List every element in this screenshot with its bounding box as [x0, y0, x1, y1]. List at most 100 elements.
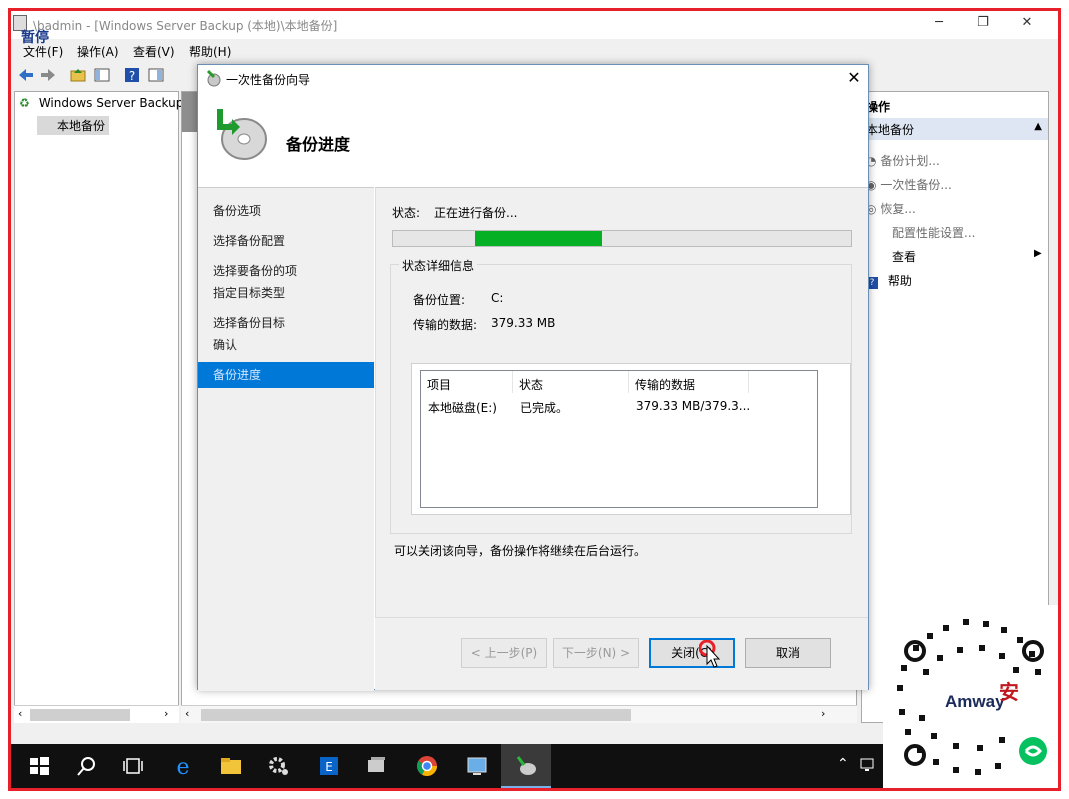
location-label: 备份位置: [413, 293, 466, 307]
menu-help[interactable]: 帮助(H) [189, 43, 231, 60]
settings-gear-icon[interactable] [267, 754, 291, 778]
menu-view[interactable]: 查看(V) [133, 43, 175, 60]
wizard-steps: 备份选项 选择备份配置 选择要备份的项 指定目标类型 选择备份目标 确认 备份进… [198, 187, 374, 691]
action-view-label: 查看 [892, 250, 917, 264]
items-tab-panel: 项目 状态 传输的数据 本地磁盘(E:) 已完成。 379.33 MB/379.… [411, 363, 851, 515]
next-button[interactable]: 下一步(N) > [553, 638, 639, 668]
server-manager-icon[interactable] [365, 754, 389, 778]
tree-scrollbar[interactable]: ‹ › [14, 705, 179, 723]
action-configure-performance[interactable]: 配置性能设置... [892, 224, 975, 241]
background-note: 可以关闭该向导，备份操作将继续在后台运行。 [394, 544, 647, 558]
action-pane-icon[interactable] [147, 66, 165, 84]
svg-text:e: e [176, 755, 189, 778]
chrome-icon[interactable] [415, 754, 439, 778]
network-icon[interactable] [859, 756, 877, 774]
start-windows-icon[interactable] [27, 754, 51, 778]
transferred-value: 379.33 MB [491, 316, 556, 330]
internet-explorer-icon[interactable]: e [171, 754, 195, 778]
menu-file[interactable]: 文件(F) [23, 43, 63, 60]
column-transferred[interactable]: 传输的数据 [629, 371, 749, 393]
wizard-backup-icon [206, 69, 221, 87]
row-data: 379.33 MB/379.3... [636, 399, 751, 413]
search-icon[interactable] [75, 754, 99, 778]
minimize-icon[interactable]: ─ [929, 15, 949, 33]
details-legend: 状态详细信息 [399, 257, 478, 274]
tree-root-item[interactable]: ♻ Windows Server Backup [19, 96, 183, 110]
mmc-window-title: \badmin - [Windows Server Backup (本地)\本地… [33, 19, 338, 33]
actions-section-local-backup[interactable]: 本地备份 ▲ [862, 118, 1048, 140]
taskbar-backup-active[interactable] [501, 744, 551, 788]
submenu-arrow-icon: ▶ [1034, 248, 1042, 259]
action-backup-schedule[interactable]: ◔ 备份计划... [866, 152, 940, 169]
back-button[interactable]: < 上一步(P) [461, 638, 547, 668]
actions-section-label: 本地备份 [866, 123, 915, 137]
wizard-heading: 备份进度 [286, 135, 351, 154]
menu-action[interactable]: 操作(A) [77, 43, 119, 60]
cancel-button[interactable]: 取消 [745, 638, 831, 668]
backup-progress-fill [475, 231, 602, 246]
actions-header: 操作 [866, 100, 891, 114]
column-item[interactable]: 项目 [421, 371, 513, 393]
wizard-title: 一次性备份向导 [226, 73, 311, 87]
svg-text:E: E [325, 760, 333, 774]
mmc-title-bar: \badmin - [Windows Server Backup (本地)\本地… [11, 11, 1058, 46]
action-recover-label: 恢复... [880, 202, 916, 216]
wizard-header: 备份进度 [198, 91, 868, 187]
svg-text:?: ? [129, 69, 135, 83]
up-folder-icon[interactable] [69, 66, 87, 84]
step-select-items[interactable]: 选择要备份的项 [198, 258, 374, 282]
row-status: 已完成。 [520, 401, 569, 415]
scroll-right-icon[interactable]: › [821, 707, 825, 720]
action-once-backup[interactable]: ◉ 一次性备份... [866, 176, 952, 193]
maximize-icon[interactable]: ❐ [973, 15, 993, 33]
menu-bar: 文件(F) 操作(A) 查看(V) 帮助(H) [11, 41, 611, 61]
task-view-icon[interactable] [121, 754, 145, 778]
tray-expand-icon[interactable]: ⌃ [837, 756, 849, 772]
tree-child-item[interactable]: 本地备份 [37, 116, 110, 135]
screenshot-frame: \badmin - [Windows Server Backup (本地)\本地… [8, 8, 1061, 791]
items-list: 项目 状态 传输的数据 本地磁盘(E:) 已完成。 379.33 MB/379.… [420, 370, 818, 508]
mini-program-icon [1019, 737, 1047, 765]
status-label: 状态: [392, 206, 421, 220]
scroll-left-icon[interactable]: ‹ [18, 707, 22, 720]
remote-desktop-icon[interactable] [465, 754, 489, 778]
backup-app-icon [516, 756, 536, 775]
step-backup-options[interactable]: 备份选项 [198, 198, 374, 222]
step-destination-type[interactable]: 指定目标类型 [198, 280, 374, 304]
pane-header-strip [182, 92, 198, 132]
scroll-right-icon[interactable]: › [164, 707, 168, 720]
qr-watermark: Amway 安 [883, 605, 1058, 788]
step-backup-progress[interactable]: 备份进度 [198, 362, 374, 388]
scroll-left-icon[interactable]: ‹ [185, 707, 189, 720]
close-window-icon[interactable]: ✕ [1017, 15, 1037, 33]
backup-once-wizard: 一次性备份向导 ✕ 备份进度 备份选项 选择备份配置 选择要备份的项 指定目标类… [197, 64, 869, 691]
row-item: 本地磁盘(E:) [428, 401, 497, 415]
wizard-footer: < 上一步(P) 下一步(N) > 关闭(C) 取消 [375, 617, 868, 690]
help-icon[interactable]: ? [123, 66, 141, 84]
action-view[interactable]: 查看 ▶ [892, 248, 1042, 265]
back-arrow-icon[interactable] [17, 66, 35, 84]
forward-arrow-icon[interactable] [39, 66, 57, 84]
mouse-cursor-icon [699, 640, 721, 668]
file-explorer-icon[interactable] [219, 754, 243, 778]
results-scrollbar[interactable]: ‹ › [181, 705, 857, 723]
backup-app-icon: ♻ [19, 96, 30, 110]
tree-scroll-thumb[interactable] [30, 709, 130, 721]
column-status[interactable]: 状态 [513, 371, 629, 393]
step-select-config[interactable]: 选择备份配置 [198, 228, 374, 252]
status-value: 正在进行备份... [434, 206, 518, 220]
action-help[interactable]: ? 帮助 [866, 272, 912, 289]
tree-root-label: Windows Server Backup [38, 96, 184, 110]
amway-logo-text: Amway [945, 692, 1005, 711]
show-tree-icon[interactable] [93, 66, 111, 84]
step-select-destination[interactable]: 选择备份目标 [198, 310, 374, 334]
collapse-icon[interactable]: ▲ [1034, 121, 1042, 132]
toolbar: ? [11, 63, 201, 87]
action-backup-schedule-label: 备份计划... [880, 154, 940, 168]
step-confirm[interactable]: 确认 [198, 332, 374, 356]
action-recover[interactable]: ◎ 恢复... [866, 200, 916, 217]
wizard-content: 状态: 正在进行备份... 状态详细信息 备份位置: C: 传输的数据: 379… [375, 187, 868, 617]
results-scroll-thumb[interactable] [201, 709, 631, 721]
exchange-icon[interactable]: E [317, 754, 341, 778]
wizard-close-icon[interactable]: ✕ [844, 68, 864, 88]
